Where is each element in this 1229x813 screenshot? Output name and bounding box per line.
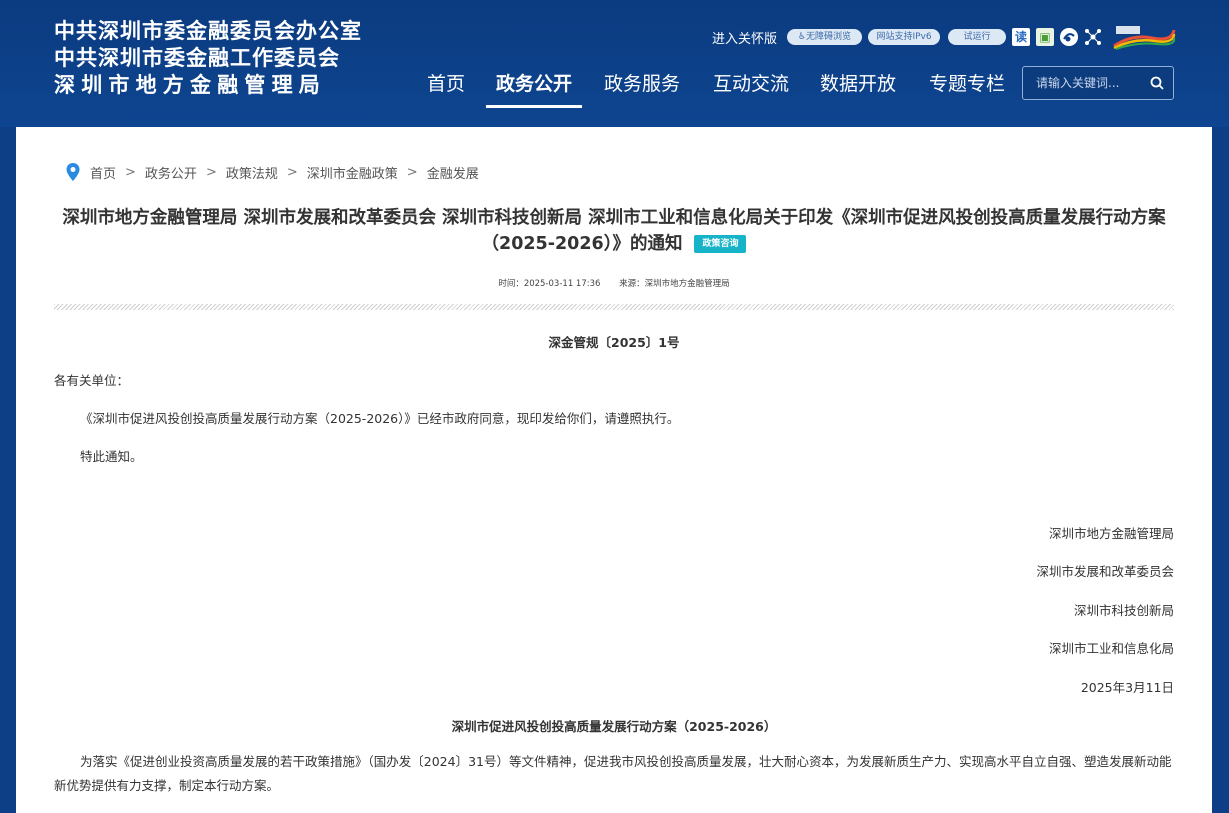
- body-paragraph-1: 《深圳市促进风投创投高质量发展行动方案（2025-2026）》已经市政府同意，现…: [80, 411, 680, 426]
- breadcrumb-finance-policy[interactable]: 深圳市金融政策: [307, 163, 398, 182]
- article-title: 深圳市地方金融管理局 深圳市发展和改革委员会 深圳市科技创新局 深圳市工业和信息…: [54, 205, 1174, 257]
- search-icon[interactable]: [1149, 75, 1165, 91]
- accessibility-label: 无障碍浏览: [806, 32, 852, 42]
- network-icon[interactable]: [1084, 28, 1102, 46]
- nav-special-topics[interactable]: 专题专栏: [919, 66, 1015, 108]
- signatory-1: 深圳市地方金融管理局: [1048, 526, 1174, 541]
- government-service-icon[interactable]: ▣: [1036, 28, 1055, 46]
- nav-open-data[interactable]: 数据开放: [810, 66, 906, 108]
- nav-government-affairs[interactable]: 政务公开: [486, 66, 583, 108]
- document-number: 深金管规〔2025〕1号: [548, 335, 680, 350]
- breadcrumb-separator: >: [205, 164, 217, 180]
- body-paragraph-2: 特此通知。: [80, 449, 143, 464]
- org-name-line3: 深圳市地方金融管理局: [54, 73, 326, 97]
- breadcrumb-finance-development[interactable]: 金融发展: [427, 163, 479, 182]
- top-utility-bar: 进入关怀版 ♿无障碍浏览 网站支持IPv6 试运行 读 ▣: [712, 24, 1176, 50]
- breadcrumb-home[interactable]: 首页: [90, 163, 116, 182]
- breadcrumb-separator: >: [406, 164, 418, 180]
- care-mode-link[interactable]: 进入关怀版: [712, 28, 777, 47]
- article-source: 来源：深圳市地方金融管理局: [619, 279, 730, 289]
- article-meta: 时间：2025-03-11 17:36 来源：深圳市地方金融管理局: [16, 277, 1212, 289]
- location-pin-icon: [66, 163, 80, 181]
- breadcrumb-policies[interactable]: 政策法规: [226, 163, 278, 182]
- trial-badge: 试运行: [948, 29, 1007, 45]
- publish-time: 时间：2025-03-11 17:36: [498, 279, 601, 289]
- search-input[interactable]: [1023, 67, 1145, 99]
- article-title-text: 深圳市地方金融管理局 深圳市发展和改革委员会 深圳市科技创新局 深圳市工业和信息…: [62, 208, 1166, 254]
- org-name-line2: 中共深圳市委金融工作委员会: [54, 46, 340, 70]
- weibo-icon[interactable]: [1060, 28, 1079, 46]
- breadcrumb-government-affairs[interactable]: 政务公开: [145, 163, 197, 182]
- org-name-line1: 中共深圳市委金融委员会办公室: [54, 19, 362, 43]
- article-container: 首页 > 政务公开 > 政策法规 > 深圳市金融政策 > 金融发展 深圳市地方金…: [16, 127, 1212, 813]
- nav-interaction[interactable]: 互动交流: [703, 66, 799, 108]
- plan-intro-paragraph: 为落实《促进创业投资高质量发展的若干政策措施》（国办发〔2024〕31号）等文件…: [54, 754, 1172, 793]
- breadcrumb-separator: >: [125, 164, 136, 180]
- signatory-4: 深圳市工业和信息化局: [1048, 641, 1174, 656]
- breadcrumb: 首页 > 政务公开 > 政策法规 > 深圳市金融政策 > 金融发展: [66, 161, 479, 183]
- policy-consult-badge[interactable]: 政策咨询: [694, 235, 747, 253]
- plan-title: 深圳市促进风投创投高质量发展行动方案（2025-2026）: [451, 719, 777, 734]
- signatory-3: 深圳市科技创新局: [1073, 603, 1174, 618]
- shenzhen-city-logo[interactable]: [1112, 24, 1176, 50]
- signatory-2: 深圳市发展和改革委员会: [1036, 564, 1174, 579]
- readability-icon[interactable]: 读: [1012, 28, 1031, 46]
- ipv6-badge: 网站支持IPv6: [868, 29, 941, 45]
- issue-date: 2025年3月11日: [1080, 680, 1174, 695]
- search-box: [1022, 66, 1174, 100]
- accessibility-button[interactable]: ♿无障碍浏览: [787, 29, 863, 45]
- breadcrumb-separator: >: [286, 164, 298, 180]
- site-logo-text[interactable]: 中共深圳市委金融委员会办公室 中共深圳市委金融工作委员会 深圳市地方金融管理局: [54, 18, 362, 99]
- nav-government-services[interactable]: 政务服务: [594, 66, 690, 108]
- nav-home[interactable]: 首页: [417, 66, 475, 108]
- salutation: 各有关单位：: [54, 373, 130, 388]
- site-header: 中共深圳市委金融委员会办公室 中共深圳市委金融工作委员会 深圳市地方金融管理局 …: [0, 0, 1229, 127]
- title-divider: [54, 304, 1174, 310]
